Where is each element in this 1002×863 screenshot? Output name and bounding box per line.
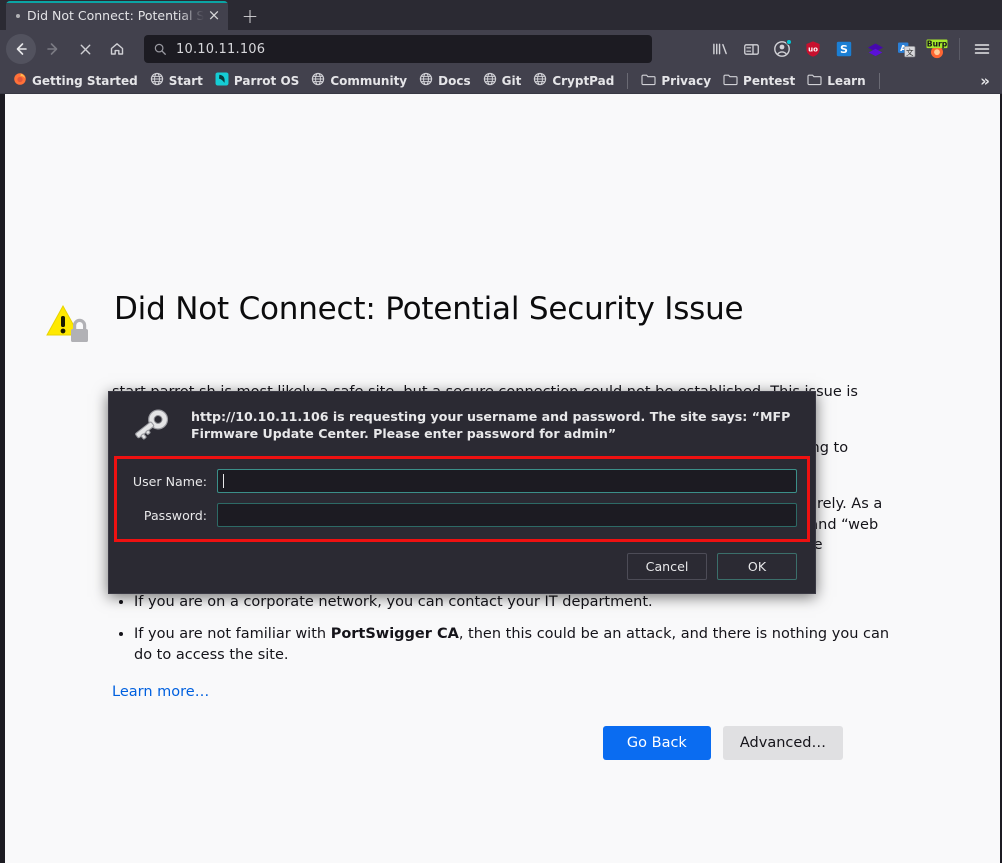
svg-text:Burp: Burp (927, 40, 948, 49)
password-label: Password: (143, 507, 207, 523)
bookmark-label: Start (168, 73, 203, 88)
search-icon (153, 42, 167, 56)
bookmark-label: Parrot OS (233, 73, 300, 88)
password-row: Password: (127, 503, 797, 527)
folder-icon (641, 71, 656, 90)
ublock-origin-icon[interactable]: uo (799, 35, 827, 63)
page-title: Did Not Connect: Potential Security Issu… (114, 291, 744, 327)
username-row: User Name: (127, 469, 797, 493)
svg-text:文: 文 (906, 46, 914, 56)
globe-icon (311, 71, 325, 90)
shodan-icon[interactable]: S (830, 35, 858, 63)
username-label: User Name: (132, 473, 207, 489)
bullet-pre: If you are not familiar with (134, 626, 331, 643)
bookmark-label: Docs (438, 73, 471, 88)
bookmark-cryptpad[interactable]: CryptPad (528, 69, 619, 92)
error-bullet-list: If you are on a corporate network, you c… (134, 592, 896, 666)
stop-icon[interactable] (70, 34, 100, 64)
bookmark-git[interactable]: Git (478, 69, 527, 92)
new-tab-button[interactable]: + (234, 2, 266, 30)
close-icon[interactable]: × (204, 6, 224, 26)
bookmark-label: Community (330, 73, 408, 88)
auth-dialog-message: http://10.10.11.106 is requesting your u… (191, 409, 791, 442)
extension-toolbar: uo S A 文 Burp (706, 35, 996, 63)
bookmark-folder-learn[interactable]: Learn (802, 69, 870, 92)
chevron-double-right-icon[interactable]: » (974, 72, 996, 90)
bookmark-label: Privacy (661, 73, 712, 88)
home-icon[interactable] (102, 34, 132, 64)
account-notification-badge (786, 39, 792, 45)
translate-icon[interactable]: A 文 (892, 35, 920, 63)
svg-text:uo: uo (808, 45, 818, 53)
list-item: If you are not familiar with PortSwigger… (134, 624, 896, 665)
auth-credentials-highlight: User Name: Password: (114, 456, 810, 542)
bookmark-label: Git (501, 73, 522, 88)
bookmarks-divider (878, 72, 880, 89)
password-input[interactable] (217, 503, 797, 527)
go-back-button[interactable]: Go Back (602, 726, 711, 761)
sidebars-icon[interactable] (737, 35, 765, 63)
learn-more-link[interactable]: Learn more… (112, 684, 209, 700)
list-item: If you are on a corporate network, you c… (134, 592, 896, 613)
browser-tab-active[interactable]: Did Not Connect: Potential Security Issu… (6, 1, 228, 30)
bookmarks-divider (627, 72, 629, 89)
forward-icon[interactable] (38, 34, 68, 64)
library-icon[interactable] (706, 35, 734, 63)
tab-strip: Did Not Connect: Potential Security Issu… (0, 0, 1002, 30)
bookmark-label: Getting Started (32, 73, 138, 88)
bookmark-community[interactable]: Community (306, 69, 412, 92)
cancel-button[interactable]: Cancel (627, 553, 707, 580)
ok-button[interactable]: OK (717, 553, 797, 580)
globe-icon (419, 71, 433, 90)
key-icon (129, 406, 173, 446)
url-text: 10.10.11.106 (176, 41, 266, 57)
bookmark-label: CryptPad (552, 73, 615, 88)
bookmark-start[interactable]: Start (145, 69, 208, 92)
bookmark-getting-started[interactable]: Getting Started (8, 69, 143, 92)
username-input[interactable] (217, 469, 797, 493)
globe-icon (533, 71, 547, 90)
folder-icon (807, 71, 822, 90)
burp-suite-icon[interactable]: Burp (923, 35, 951, 63)
bookmark-label: Pentest (743, 73, 796, 88)
page-viewport: Did Not Connect: Potential Security Issu… (0, 94, 1002, 863)
globe-icon (483, 71, 497, 90)
advanced-button[interactable]: Advanced… (722, 726, 843, 761)
auth-dialog-actions: Cancel OK (109, 542, 815, 593)
text-caret (223, 474, 224, 488)
http-auth-dialog: http://10.10.11.106 is requesting your u… (108, 391, 816, 594)
bookmark-docs[interactable]: Docs (414, 69, 475, 92)
account-icon[interactable] (768, 35, 796, 63)
globe-icon (150, 71, 164, 90)
firefox-icon (13, 71, 27, 90)
error-header: Did Not Connect: Potential Security Issu… (44, 291, 834, 352)
folder-icon (723, 71, 738, 90)
bookmarks-toolbar: Getting Started Start Parrot OS Communit… (0, 68, 1002, 94)
wappalyzer-icon[interactable] (861, 35, 889, 63)
bullet-issuer: PortSwigger CA (330, 626, 459, 643)
bookmark-folder-privacy[interactable]: Privacy (636, 69, 716, 92)
svg-text:S: S (840, 43, 848, 56)
address-bar[interactable]: 10.10.11.106 (144, 35, 652, 63)
tab-loading-dot (16, 13, 20, 18)
navigation-toolbar: 10.10.11.106 uo S A 文 Burp (0, 30, 1002, 68)
parrot-icon (215, 71, 229, 90)
warning-lock-icon (44, 302, 92, 352)
app-menu-icon[interactable] (968, 35, 996, 63)
error-actions: Go Back Advanced… (112, 726, 896, 761)
auth-dialog-header: http://10.10.11.106 is requesting your u… (109, 392, 815, 456)
browser-window: Did Not Connect: Potential Security Issu… (0, 0, 1002, 863)
bookmark-folder-pentest[interactable]: Pentest (718, 69, 800, 92)
toolbar-divider (959, 38, 960, 60)
bookmark-label: Learn (827, 73, 866, 88)
bookmark-parrot-os[interactable]: Parrot OS (210, 69, 304, 92)
back-icon[interactable] (6, 34, 36, 64)
tab-title: Did Not Connect: Potential Security Issu… (27, 8, 204, 23)
